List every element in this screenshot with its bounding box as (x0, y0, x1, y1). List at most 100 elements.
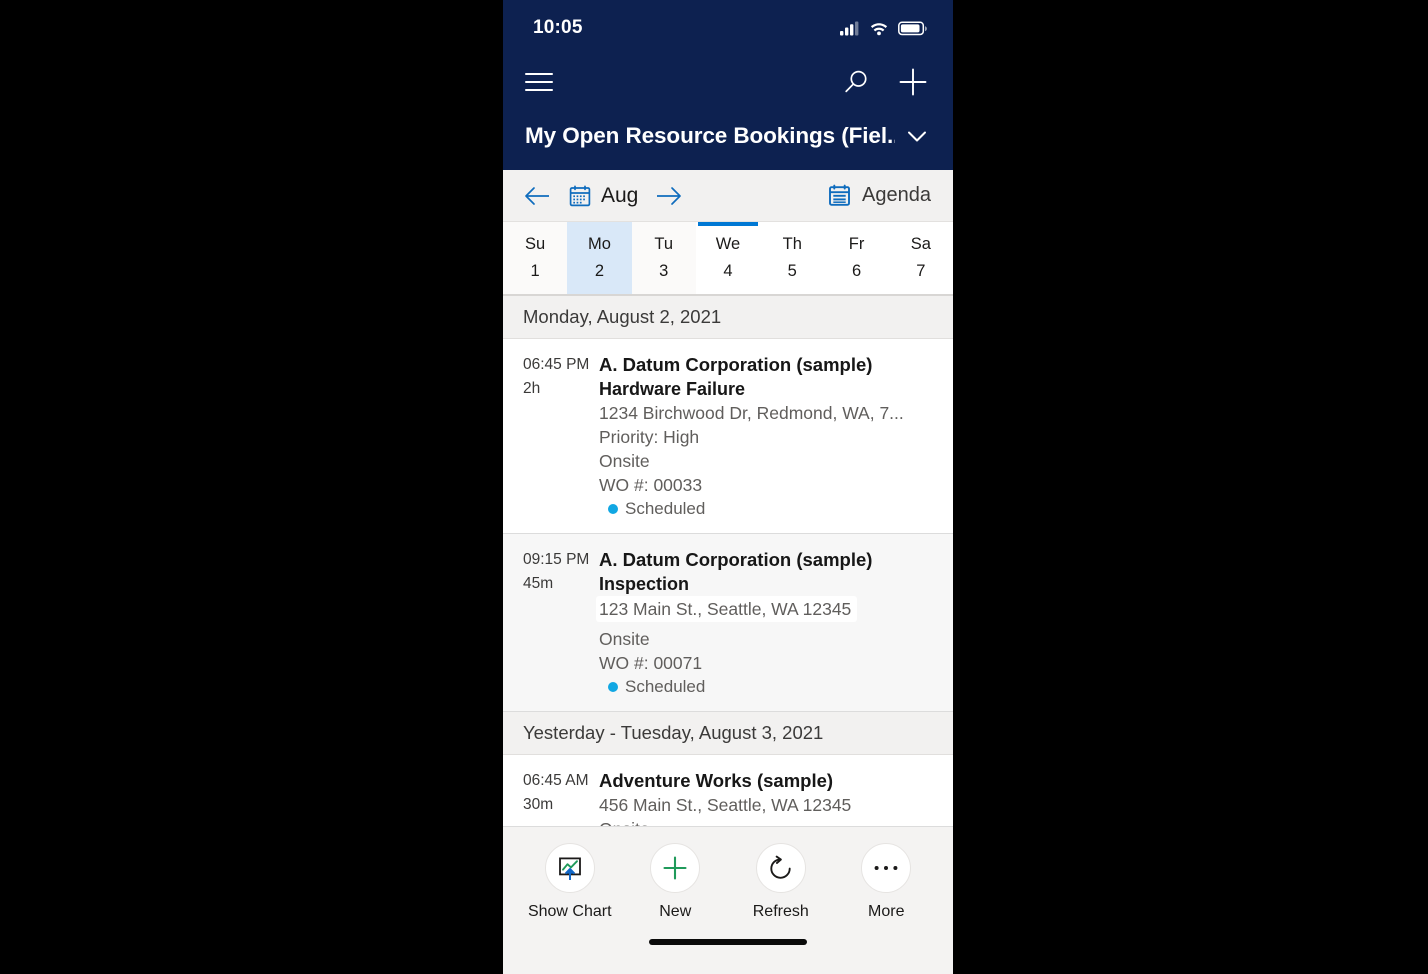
booking-address: 123 Main St., Seattle, WA 12345 (596, 596, 858, 622)
command-new[interactable]: New (627, 843, 723, 921)
command-icon-circle (755, 843, 806, 893)
status-dot-icon (608, 682, 618, 692)
booking-status-label: Scheduled (625, 677, 706, 696)
week-day-mo[interactable]: Mo 2 (567, 222, 632, 294)
booking-status-label: Scheduled (625, 499, 706, 518)
app-bar: My Open Resource Bookings (Fiel... (503, 56, 953, 170)
chevron-down-icon[interactable] (905, 124, 929, 148)
view-switch-agenda[interactable]: Agenda (828, 184, 931, 207)
booking-duration: 45m (523, 575, 554, 592)
booking-account-name: A. Datum Corporation (sample) (599, 549, 873, 570)
week-day-tu[interactable]: Tu 3 (631, 222, 696, 294)
week-day-name: Sa (910, 235, 931, 253)
status-bar-icons (840, 21, 927, 36)
week-day-strip: Su 1 Mo 2 Tu 3 We 4 Th 5 Fr 6 Sa 7 (503, 222, 953, 296)
week-day-name: Mo (587, 235, 611, 253)
plus-icon (663, 856, 687, 880)
booking-duration: 30m (523, 796, 554, 813)
screenshot-canvas: 10:05 My Open Resource Bookings (Fiel...… (0, 0, 1428, 974)
command-show-chart[interactable]: Show Chart (522, 843, 618, 921)
search-icon[interactable] (841, 67, 871, 97)
week-day-name: Th (782, 235, 802, 253)
booking-details: A. Datum Corporation (sample) Hardware Fa… (599, 353, 953, 521)
agenda-list[interactable]: Monday, August 2, 2021 06:45 PM 2h A. Datum… (503, 296, 953, 826)
command-refresh[interactable]: Refresh (733, 843, 829, 921)
booking-card[interactable]: 06:45 PM 2h A. Datum Corporation (sample) H… (503, 339, 953, 534)
status-dot-icon (608, 504, 618, 514)
week-day-number: 7 (916, 262, 926, 280)
booking-duration: 2h (523, 380, 541, 397)
arrow-right-icon[interactable] (654, 185, 684, 207)
command-label: Refresh (752, 903, 809, 920)
week-day-number: 2 (594, 262, 605, 280)
booking-work-location: Onsite (599, 817, 939, 826)
refresh-icon (770, 855, 791, 879)
week-day-number: 1 (530, 262, 540, 280)
week-day-name: We (715, 235, 741, 253)
week-day-fr[interactable]: Fr 6 (824, 222, 889, 294)
agenda-date-header: Yesterday - Tuesday, August 3, 2021 (503, 712, 953, 755)
booking-address: 456 Main St., Seattle, WA 12345 (599, 795, 852, 815)
week-day-number: 6 (851, 262, 862, 280)
booking-card[interactable]: 06:45 AM 30m Adventure Works (sample) 456 M… (503, 755, 953, 826)
booking-address: 1234 Birchwood Dr, Redmond, WA, 7... (599, 403, 904, 423)
booking-time-column: 06:45 PM 2h (503, 353, 599, 521)
status-bar: 10:05 (503, 0, 953, 56)
booking-time-column: 06:45 AM 30m (503, 769, 599, 826)
calendar-nav-group: Aug (523, 184, 684, 208)
booking-address-row: 456 Main St., Seattle, WA 12345 (599, 793, 939, 817)
booking-start-time: 09:15 PM (523, 551, 590, 568)
week-day-su[interactable]: Su 1 (503, 222, 568, 294)
month-label: Aug (601, 183, 639, 207)
week-day-name: Su (525, 235, 546, 253)
show-chart-icon (558, 857, 581, 880)
app-bar-actions-row (525, 56, 929, 108)
agenda-icon (829, 184, 850, 206)
command-icon-circle (650, 843, 701, 893)
app-bar-action-group (841, 66, 929, 98)
view-switch-label: Agenda (862, 184, 931, 206)
today-indicator-bar (697, 222, 759, 226)
week-day-name: Fr (848, 235, 865, 253)
booking-account-name: A. Datum Corporation (sample) (599, 354, 873, 375)
command-label: New (659, 903, 692, 920)
more-ellipsis-icon (874, 866, 898, 870)
booking-card[interactable]: 09:15 PM 45m A. Datum Corporation (sample)… (503, 534, 953, 712)
status-bar-clock: 10:05 (533, 17, 583, 38)
command-icon-circle (861, 843, 912, 893)
booking-address-row: 1234 Birchwood Dr, Redmond, WA, 7... (599, 401, 939, 425)
booking-time-column: 09:15 PM 45m (503, 548, 599, 699)
plus-icon[interactable] (897, 66, 929, 98)
booking-details: A. Datum Corporation (sample) Inspection 1… (596, 548, 953, 699)
week-day-number: 4 (723, 262, 733, 280)
month-picker[interactable]: Aug (569, 184, 638, 208)
week-day-sa[interactable]: Sa 7 (888, 222, 953, 294)
hamburger-menu-icon[interactable] (525, 73, 553, 91)
booking-priority: Priority: High (599, 427, 700, 447)
agenda-date-header: Monday, August 2, 2021 (503, 296, 953, 339)
booking-details: Adventure Works (sample) 456 Main St., Se… (599, 769, 953, 826)
home-indicator[interactable] (649, 939, 807, 945)
battery-icon (898, 21, 927, 35)
command-label: More (868, 903, 905, 920)
booking-work-location: Onsite (599, 629, 650, 649)
booking-address-row: 123 Main St., Seattle, WA 12345 (596, 596, 939, 627)
phone-screen: 10:05 My Open Resource Bookings (Fiel...… (503, 0, 953, 974)
home-indicator-area (503, 939, 953, 945)
booking-work-order: WO #: 00033 (599, 475, 703, 495)
week-day-number: 5 (787, 262, 797, 280)
command-bar: Show Chart New Refresh More (503, 826, 953, 974)
booking-subject: Hardware Failure (599, 379, 746, 399)
booking-subject: Inspection (599, 574, 690, 594)
calendar-toolbar: Aug Agenda (503, 170, 953, 222)
booking-work-location: Onsite (599, 451, 650, 471)
calendar-icon (569, 185, 591, 206)
booking-account-name: Adventure Works (sample) (599, 770, 834, 791)
command-more[interactable]: More (838, 843, 934, 921)
week-day-th[interactable]: Th 5 (760, 222, 825, 294)
week-day-number: 3 (659, 262, 669, 280)
view-selector[interactable]: My Open Resource Bookings (Fiel... (525, 108, 929, 170)
booking-start-time: 06:45 AM (523, 772, 589, 789)
arrow-left-icon[interactable] (523, 185, 553, 207)
week-day-we[interactable]: We 4 (695, 222, 761, 294)
